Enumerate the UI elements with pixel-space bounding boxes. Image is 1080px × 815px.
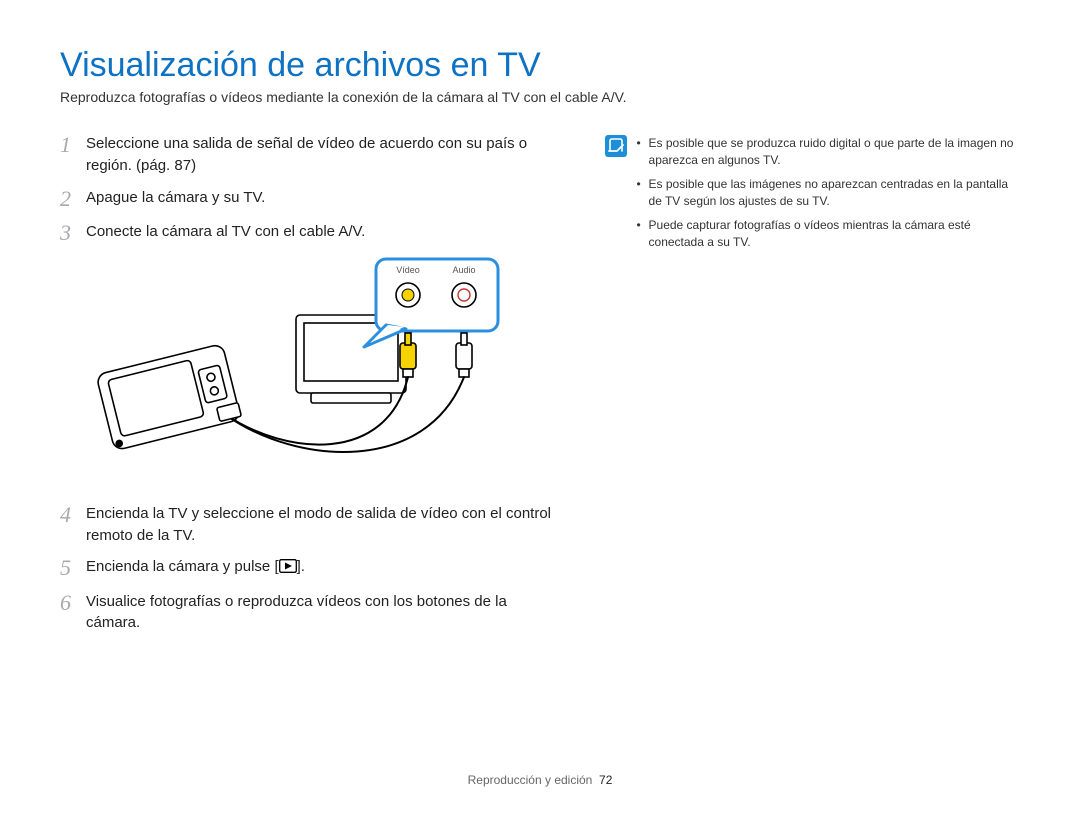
step-text: Visualice fotografías o reproduzca vídeo… <box>86 591 565 635</box>
step-4: 4 Encienda la TV y seleccione el modo de… <box>60 503 565 547</box>
footer-section: Reproducción y edición <box>468 773 593 787</box>
step-number: 1 <box>60 133 86 157</box>
step-number: 3 <box>60 221 86 245</box>
step-5: 5 Encienda la cámara y pulse []. <box>60 556 565 580</box>
step-text: Apague la cámara y su TV. <box>86 187 565 209</box>
step-text: Encienda la cámara y pulse []. <box>86 556 565 580</box>
footer-page-number: 72 <box>599 773 612 787</box>
step-number: 5 <box>60 556 86 580</box>
audio-jack-label: Audio <box>452 265 475 275</box>
step-text: Seleccione una salida de señal de vídeo … <box>86 133 565 177</box>
step5-post: ]. <box>297 558 305 575</box>
note-item: Es posible que las imágenes no aparezcan… <box>637 176 1020 211</box>
steps-list: 1 Seleccione una salida de señal de víde… <box>60 133 565 245</box>
page-title: Visualización de archivos en TV <box>60 46 1020 85</box>
step-number: 6 <box>60 591 86 615</box>
video-jack-label: Vídeo <box>396 265 420 275</box>
note-icon <box>605 135 627 157</box>
page-subtitle: Reproduzca fotografías o vídeos mediante… <box>60 89 1020 105</box>
notes-column: Es posible que se produzca ruido digital… <box>605 133 1020 644</box>
step-number: 4 <box>60 503 86 527</box>
manual-page: Visualización de archivos en TV Reproduz… <box>0 0 1080 815</box>
step-6: 6 Visualice fotografías o reproduzca víd… <box>60 591 565 635</box>
steps-list-continued: 4 Encienda la TV y seleccione el modo de… <box>60 503 565 634</box>
steps-column: 1 Seleccione una salida de señal de víde… <box>60 133 565 644</box>
playback-button-icon <box>279 558 297 580</box>
connection-diagram: Vídeo Audio <box>86 255 506 485</box>
step-text: Encienda la TV y seleccione el modo de s… <box>86 503 565 547</box>
page-footer: Reproducción y edición 72 <box>0 773 1080 787</box>
step-1: 1 Seleccione una salida de señal de víde… <box>60 133 565 177</box>
step-2: 2 Apague la cámara y su TV. <box>60 187 565 211</box>
step5-pre: Encienda la cámara y pulse [ <box>86 558 279 575</box>
step-text: Conecte la cámara al TV con el cable A/V… <box>86 221 565 243</box>
step-number: 2 <box>60 187 86 211</box>
two-column-layout: 1 Seleccione una salida de señal de víde… <box>60 133 1020 644</box>
step-3: 3 Conecte la cámara al TV con el cable A… <box>60 221 565 245</box>
note-item: Es posible que se produzca ruido digital… <box>637 135 1020 170</box>
note-callout: Es posible que se produzca ruido digital… <box>605 135 1020 257</box>
notes-list: Es posible que se produzca ruido digital… <box>637 135 1020 257</box>
note-item: Puede capturar fotografías o vídeos mien… <box>637 217 1020 252</box>
